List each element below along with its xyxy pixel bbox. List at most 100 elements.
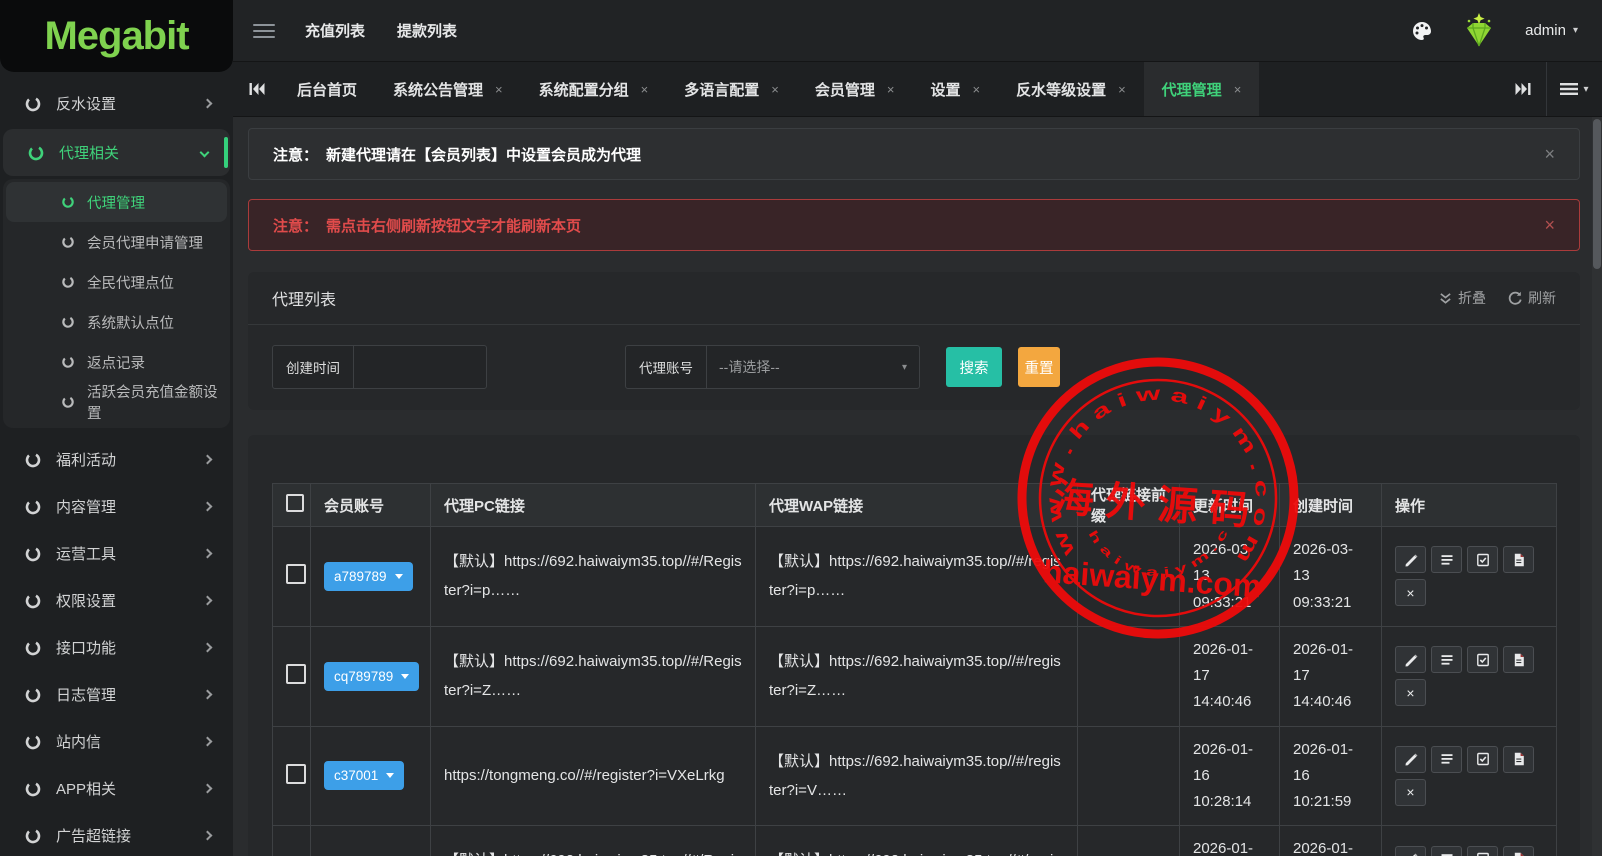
tab-close-icon[interactable]: ×: [887, 82, 895, 97]
refresh-button[interactable]: 刷新: [1508, 288, 1556, 308]
reset-button[interactable]: 重置: [1018, 347, 1060, 387]
chevron-icon: [202, 689, 213, 700]
row-checkbox[interactable]: [286, 664, 306, 685]
column-header-label: 会员账号: [324, 497, 385, 515]
report-button[interactable]: [1503, 646, 1534, 674]
submenu-item[interactable]: 系统默认点位: [3, 302, 230, 342]
ring-icon: [25, 499, 41, 514]
sidebar-item[interactable]: 权限设置: [0, 577, 233, 624]
sidebar-item[interactable]: 运营工具: [0, 530, 233, 577]
wap-link-text: 【默认】https://692.haiwaiym35.top//#/regist…: [769, 752, 1061, 799]
sidebar-item[interactable]: 反水设置: [0, 80, 233, 127]
tab[interactable]: 系统公告管理 ×: [375, 62, 521, 116]
tabs-scroll-left-button[interactable]: [233, 62, 279, 116]
account-button[interactable]: a789789: [324, 561, 413, 591]
created-time-label: 创建时间: [273, 346, 354, 388]
edit-button[interactable]: [1395, 546, 1426, 574]
delete-button[interactable]: ×: [1395, 679, 1426, 707]
report-button[interactable]: [1503, 745, 1534, 773]
log-button[interactable]: [1431, 646, 1462, 674]
ring-icon: [25, 687, 41, 702]
tab-close-icon[interactable]: ×: [641, 82, 649, 97]
user-menu[interactable]: admin ▾: [1525, 22, 1578, 39]
tab-close-icon[interactable]: ×: [495, 82, 503, 97]
audit-button[interactable]: [1467, 546, 1498, 574]
sidebar-item-label: 权限设置: [56, 593, 117, 610]
tab-close-icon[interactable]: ×: [1118, 82, 1126, 97]
doc-check-icon: [1476, 753, 1489, 766]
ring-icon: [62, 236, 74, 248]
created-cell: 2026-01-1602:54:46: [1279, 825, 1382, 856]
submenu-item[interactable]: 返点记录: [3, 342, 230, 382]
close-icon[interactable]: ×: [1544, 144, 1555, 165]
agent-account-select[interactable]: --请选择-- ▾: [707, 346, 919, 388]
scrollbar[interactable]: [1592, 117, 1602, 856]
agent-account-group: 代理账号 --请选择-- ▾: [625, 345, 920, 389]
select-value: --请选择--: [719, 359, 780, 375]
sidebar-item[interactable]: 代理相关: [3, 129, 230, 176]
delete-button[interactable]: ×: [1395, 579, 1426, 607]
submenu-item[interactable]: 会员代理申请管理: [3, 222, 230, 262]
chevron-icon: [202, 98, 213, 109]
notice-text: 新建代理请在【会员列表】中设置会员成为代理: [326, 146, 642, 164]
hamburger-icon[interactable]: [253, 23, 275, 38]
select-all-checkbox[interactable]: [286, 494, 304, 512]
submenu-item[interactable]: 代理管理: [6, 182, 227, 222]
tab[interactable]: 后台首页: [279, 62, 375, 116]
audit-button[interactable]: [1467, 845, 1498, 856]
log-button[interactable]: [1431, 745, 1462, 773]
topbar: 充值列表 提款列表 admin ▾: [233, 0, 1602, 62]
collapse-button[interactable]: 折叠: [1439, 288, 1486, 308]
audit-button[interactable]: [1467, 646, 1498, 674]
account-button[interactable]: cq789789: [324, 661, 420, 691]
tab[interactable]: 多语言配置 ×: [666, 62, 797, 116]
row-checkbox[interactable]: [286, 564, 306, 585]
close-icon[interactable]: ×: [1544, 215, 1555, 236]
created-time-input[interactable]: [354, 346, 486, 388]
tab[interactable]: 系统配置分组 ×: [521, 62, 667, 116]
tab-close-icon[interactable]: ×: [771, 82, 779, 97]
report-button[interactable]: [1503, 845, 1534, 856]
search-button[interactable]: 搜索: [946, 347, 1002, 387]
updated-cell: 2026-01-16 10:28:14: [1179, 725, 1280, 827]
sidebar-item[interactable]: 福利活动: [0, 436, 233, 483]
sidebar: Megabit 反水设置 代理相关 代理管理 会员代理申请管理 全民代理点位 系…: [0, 0, 233, 856]
column-header: 创建时间: [1279, 483, 1382, 527]
topnav-item[interactable]: 充值列表: [305, 20, 365, 41]
topnav-item[interactable]: 提款列表: [397, 20, 457, 41]
sidebar-item[interactable]: 接口功能: [0, 624, 233, 671]
submenu-item-label: 返点记录: [87, 355, 145, 372]
sidebar-item[interactable]: 广告超链接: [0, 812, 233, 856]
sidebar-item[interactable]: 站内信: [0, 718, 233, 765]
delete-button[interactable]: ×: [1395, 778, 1426, 806]
edit-button[interactable]: [1395, 646, 1426, 674]
row-checkbox[interactable]: [286, 763, 306, 784]
sidebar-item[interactable]: APP相关: [0, 765, 233, 812]
edit-button[interactable]: [1395, 745, 1426, 773]
gem-avatar-icon[interactable]: [1459, 12, 1499, 49]
tab-close-icon[interactable]: ×: [972, 82, 980, 97]
log-button[interactable]: [1431, 845, 1462, 856]
tab-close-icon[interactable]: ×: [1234, 82, 1242, 97]
tab[interactable]: 代理管理 ×: [1143, 62, 1260, 116]
account-button[interactable]: c37001: [324, 761, 405, 791]
tab[interactable]: 反水等级设置 ×: [998, 62, 1144, 116]
submenu-item[interactable]: 全民代理点位: [3, 262, 230, 302]
sidebar-item[interactable]: 内容管理: [0, 483, 233, 530]
sidebar-item[interactable]: 日志管理: [0, 671, 233, 718]
report-button[interactable]: [1503, 546, 1534, 574]
tabbar: 后台首页 系统公告管理 × 系统配置分组 × 多语言配置 × 会员管理 × 设置…: [233, 62, 1602, 117]
log-button[interactable]: [1431, 546, 1462, 574]
pc-link-text: 【默认】https://692.haiwaiym35.top//#/Regist…: [444, 652, 742, 700]
tab-label: 后台首页: [297, 81, 358, 99]
theme-palette-icon[interactable]: [1411, 20, 1433, 42]
wap-link-text: 【默认】https://692.haiwaiym35.top//#/regist…: [769, 652, 1061, 700]
tabs-options-button[interactable]: ▾: [1546, 62, 1602, 116]
edit-button[interactable]: [1395, 845, 1426, 856]
tabs-scroll-right-button[interactable]: [1500, 62, 1546, 116]
tab[interactable]: 会员管理 ×: [797, 62, 913, 116]
audit-button[interactable]: [1467, 745, 1498, 773]
sidebar-item-label: 内容管理: [56, 499, 117, 516]
submenu-item[interactable]: 活跃会员充值金额设置: [3, 382, 230, 422]
tab[interactable]: 设置 ×: [912, 62, 998, 116]
